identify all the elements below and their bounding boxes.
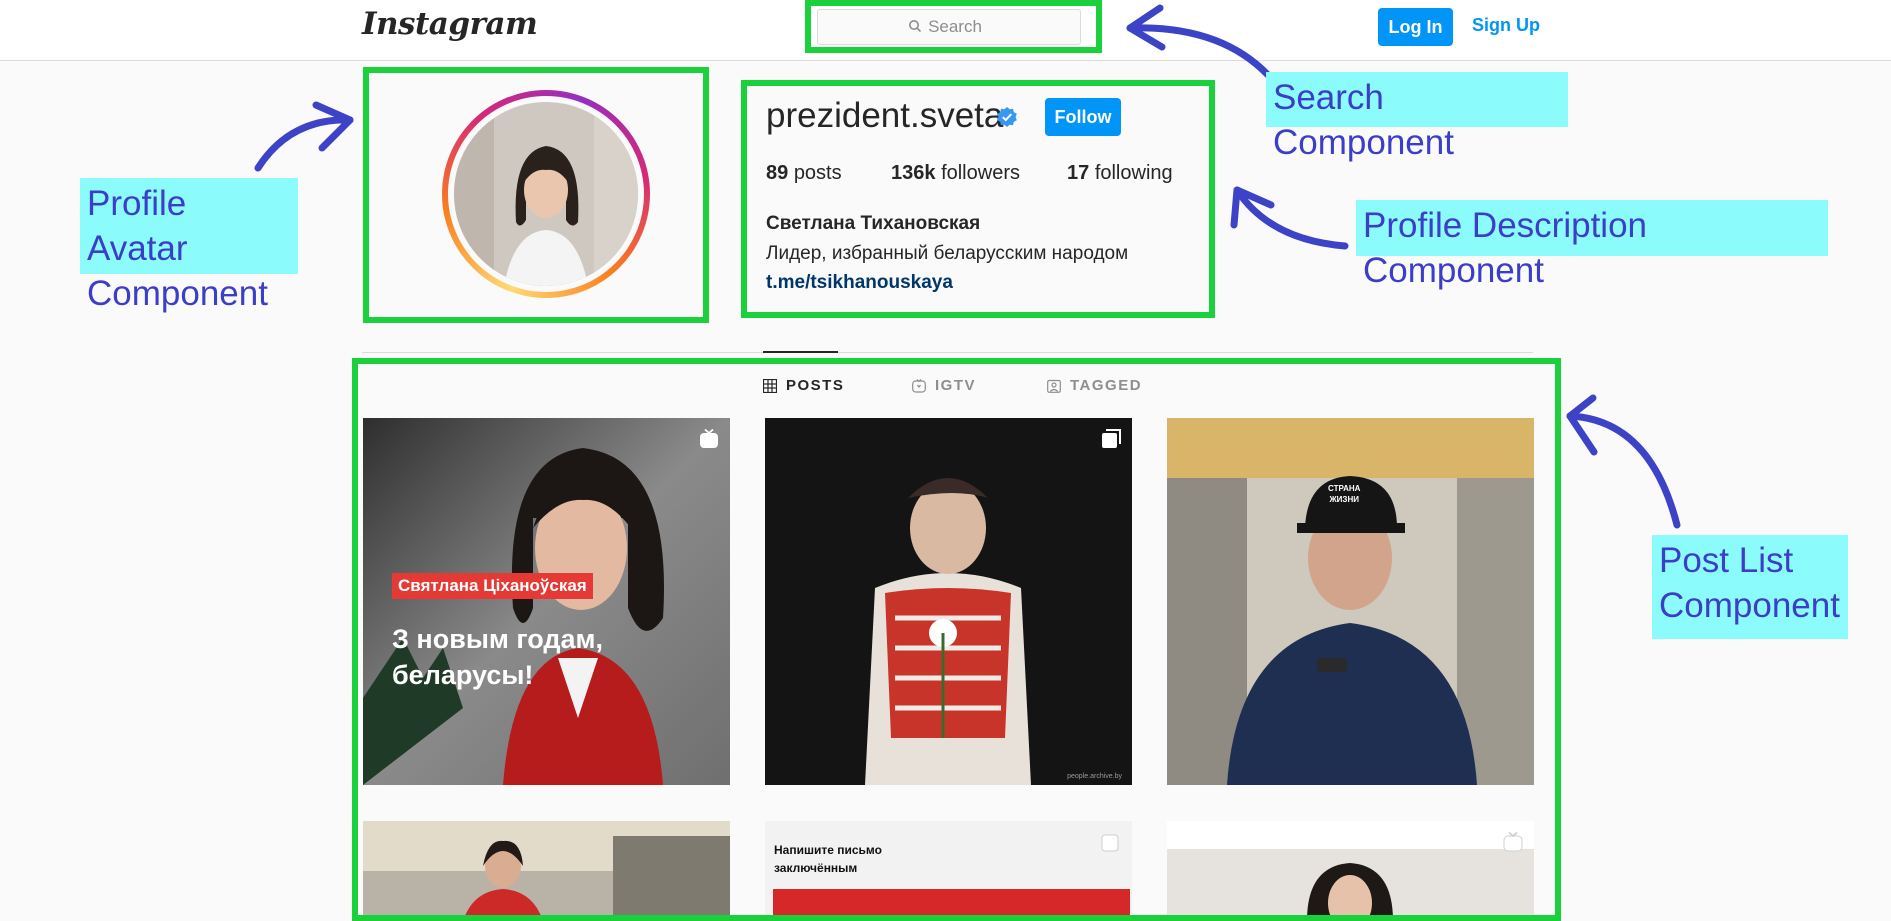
arrow-to-avatar-head	[312, 101, 354, 152]
arrow-to-avatar	[254, 116, 354, 172]
arrow-to-search	[1126, 24, 1272, 79]
annotation-arrows	[254, 4, 1681, 529]
post-list-component-label: Post List Component	[1652, 535, 1848, 639]
arrow-to-posts-head	[1566, 394, 1598, 456]
search-component-label: Search Component	[1266, 72, 1568, 162]
description-component-label: Profile Description Component	[1356, 200, 1828, 290]
arrow-to-posts	[1566, 412, 1681, 529]
avatar-component-label: Profile Avatar Component	[80, 178, 298, 313]
